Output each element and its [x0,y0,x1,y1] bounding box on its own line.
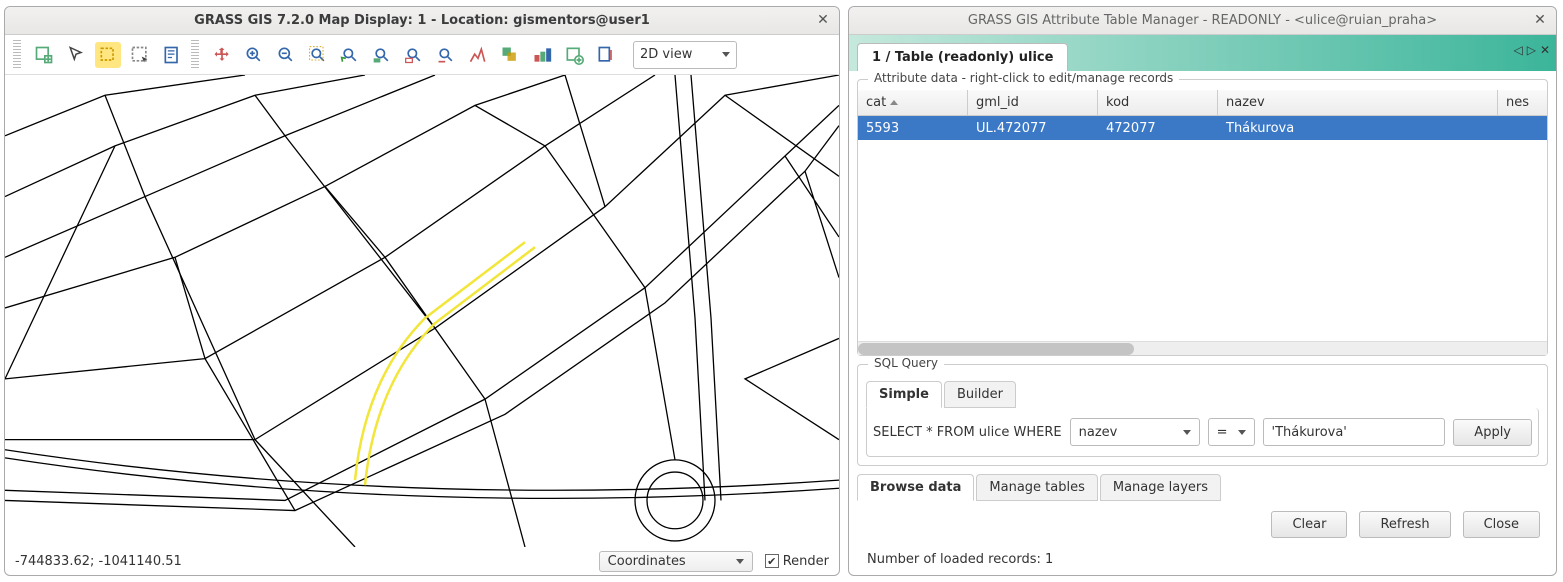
tab-sql-builder[interactable]: Builder [944,381,1016,408]
attribute-data-group-label: Attribute data - right-click to edit/man… [868,71,1179,85]
select-icon[interactable] [95,42,121,68]
table-row[interactable]: 5593 UL.472077 472077 Thákurova [858,116,1547,140]
chevron-down-icon [722,52,730,57]
render-label: Render [783,554,829,569]
attr-title: GRASS GIS Attribute Table Manager - READ… [968,13,1437,28]
map-statusbar: -744833.62; -1041140.51 Coordinates ✔ Re… [5,547,839,575]
zoom-extent-icon[interactable] [305,42,331,68]
map-toolbar: 2D view [5,35,839,75]
render-checkbox[interactable]: ✔ Render [765,554,829,569]
footer-buttons: Clear Refresh Close [857,501,1548,548]
cell-kod: 472077 [1098,118,1218,139]
view-mode-select[interactable]: 2D view [633,41,737,69]
table-header: cat gml_id kod nazev nes [858,90,1547,116]
apply-button[interactable]: Apply [1453,419,1532,446]
toolbar-grip-icon[interactable] [13,40,21,70]
map-display-window: GRASS GIS 7.2.0 Map Display: 1 - Locatio… [4,6,840,576]
sql-mode-tabs: Simple Builder [866,381,1539,408]
column-header-gml-id[interactable]: gml_id [968,90,1098,115]
chevron-down-icon [1238,430,1246,435]
attribute-table-window: GRASS GIS Attribute Table Manager - READ… [848,6,1557,576]
zoom-region-icon[interactable] [401,42,427,68]
scrollbar-thumb[interactable] [858,343,1134,355]
zoom-saved-icon[interactable] [433,42,459,68]
column-header-nazev[interactable]: nazev [1218,90,1498,115]
record-count-label: Number of loaded records: 1 [867,552,1053,567]
sql-value-input[interactable]: 'Thákurova' [1263,418,1446,446]
zoom-back-icon[interactable] [337,42,363,68]
checkbox-icon: ✔ [765,554,779,568]
column-header-kod[interactable]: kod [1098,90,1218,115]
settings-icon[interactable] [593,42,619,68]
pan-icon[interactable] [209,42,235,68]
refresh-button[interactable]: Refresh [1359,511,1450,538]
sql-column-value: nazev [1079,425,1118,440]
sql-simple-panel: SELECT * FROM ulice WHERE nazev = 'Tháku… [866,408,1539,457]
tab-manage-layers[interactable]: Manage layers [1100,474,1221,501]
close-icon[interactable]: ✕ [1532,12,1548,28]
bottom-tabs: Browse data Manage tables Manage layers [857,474,1548,501]
table-empty-area [858,140,1547,341]
tab-next-icon[interactable]: ▷ [1527,43,1536,57]
coordinate-mode-select[interactable]: Coordinates [599,551,753,572]
table-tab-strip: 1 / Table (readonly) ulice ◁ ▷ ✕ [849,35,1556,71]
save-view-icon[interactable] [529,42,555,68]
tab-manage-tables[interactable]: Manage tables [976,474,1097,501]
column-header-cat[interactable]: cat [858,90,968,115]
attr-titlebar[interactable]: GRASS GIS Attribute Table Manager - READ… [849,7,1556,35]
map-titlebar[interactable]: GRASS GIS 7.2.0 Map Display: 1 - Locatio… [5,7,839,35]
tab-close-icon[interactable]: ✕ [1540,43,1550,57]
clear-button[interactable]: Clear [1271,511,1347,538]
horizontal-scrollbar[interactable] [858,341,1547,355]
cell-gml-id: UL.472077 [968,118,1098,139]
map-canvas[interactable] [5,75,839,547]
zoom-layer-icon[interactable] [369,42,395,68]
column-header-extra[interactable]: nes [1498,90,1547,115]
chevron-down-icon [1183,430,1191,435]
table-tab-label: 1 / Table (readonly) ulice [872,50,1053,65]
analyze-icon[interactable] [465,42,491,68]
add-map-icon[interactable] [31,42,57,68]
tab-strip-controls: ◁ ▷ ✕ [1513,43,1550,57]
view-mode-value: 2D view [640,47,692,62]
info-icon[interactable] [159,42,185,68]
sql-column-select[interactable]: nazev [1070,418,1200,446]
sql-operator-select[interactable]: = [1208,418,1255,446]
pointer-icon[interactable] [63,42,89,68]
zoom-in-icon[interactable] [241,42,267,68]
tab-browse-data[interactable]: Browse data [857,474,974,501]
cell-extra [1498,125,1547,131]
cell-cat: 5593 [858,118,968,139]
overlay-icon[interactable] [497,42,523,68]
coord-mode-label: Coordinates [608,554,686,569]
tab-sql-simple[interactable]: Simple [866,381,942,408]
attr-statusbar: Number of loaded records: 1 [857,548,1548,571]
sql-value-text: 'Thákurova' [1272,425,1347,440]
sql-prefix-label: SELECT * FROM ulice WHERE [873,425,1062,440]
toolbar-grip-icon[interactable] [191,40,199,70]
table-tab[interactable]: 1 / Table (readonly) ulice [857,43,1068,71]
attribute-data-group: Attribute data - right-click to edit/man… [857,79,1548,356]
attr-body: Attribute data - right-click to edit/man… [849,71,1556,575]
zoom-out-icon[interactable] [273,42,299,68]
sql-query-group: SQL Query Simple Builder SELECT * FROM u… [857,364,1548,466]
map-title: GRASS GIS 7.2.0 Map Display: 1 - Locatio… [194,13,650,28]
print-icon[interactable] [561,42,587,68]
tab-prev-icon[interactable]: ◁ [1513,43,1522,57]
coordinates-readout: -744833.62; -1041140.51 [15,554,182,569]
sql-operator-value: = [1217,425,1228,440]
chevron-down-icon [736,559,744,564]
select-region-icon[interactable] [127,42,153,68]
sort-asc-icon [890,100,898,105]
sql-group-label: SQL Query [868,356,944,370]
close-icon[interactable]: ✕ [815,12,831,28]
close-button[interactable]: Close [1463,511,1540,538]
cell-nazev: Thákurova [1218,118,1498,139]
